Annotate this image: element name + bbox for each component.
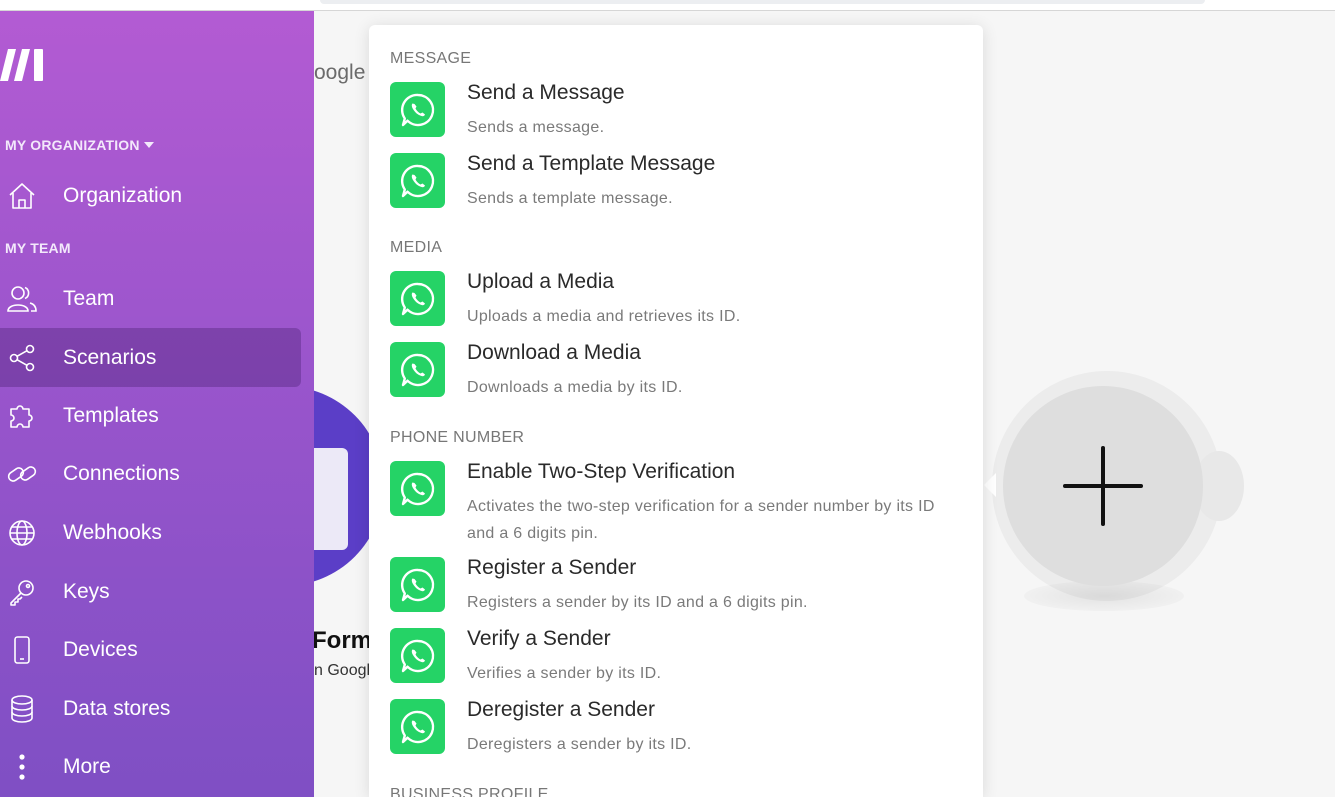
action-description: Sends a message. xyxy=(467,119,605,136)
organization-switcher[interactable]: MY ORGANIZATION xyxy=(5,137,154,153)
action-description: Deregisters a sender by its ID. xyxy=(467,736,692,753)
sidebar-item-templates[interactable]: Templates xyxy=(0,386,301,445)
sidebar-item-devices[interactable]: Devices xyxy=(0,620,301,679)
action-description: Uploads a media and retrieves its ID. xyxy=(467,308,741,325)
sidebar: MY ORGANIZATION Organization MY TEAM Tea… xyxy=(0,11,314,797)
database-icon xyxy=(2,693,42,725)
group-title-media: MEDIA xyxy=(390,239,443,256)
group-title-message: MESSAGE xyxy=(390,50,472,67)
action-name: Enable Two-Step Verification xyxy=(467,460,736,483)
more-vertical-icon xyxy=(2,751,42,783)
sidebar-item-label: Webhooks xyxy=(63,520,162,544)
action-description: Downloads a media by its ID. xyxy=(467,379,683,396)
whatsapp-icon xyxy=(390,461,445,516)
sidebar-item-label: Templates xyxy=(63,403,159,427)
action-description: Sends a template message. xyxy=(467,190,673,207)
sidebar-item-label: Keys xyxy=(63,579,110,603)
sidebar-item-label: Team xyxy=(63,286,115,310)
home-icon xyxy=(2,180,42,212)
action-name: Download a Media xyxy=(467,341,641,364)
plus-icon xyxy=(1063,446,1143,526)
action-send-message[interactable]: Send a Message Sends a message. xyxy=(390,81,970,142)
action-description: Verifies a sender by its ID. xyxy=(467,665,662,682)
phone-icon xyxy=(2,634,42,666)
sidebar-item-label: Data stores xyxy=(63,696,171,720)
action-description: Registers a sender by its ID and a 6 dig… xyxy=(467,594,808,611)
whatsapp-icon xyxy=(390,82,445,137)
org-section-label: MY ORGANIZATION xyxy=(5,137,140,153)
key-icon xyxy=(2,576,42,608)
module-actions-panel[interactable]: MESSAGE Send a Message Sends a message. … xyxy=(369,25,983,797)
action-verify-sender[interactable]: Verify a Sender Verifies a sender by its… xyxy=(390,627,970,688)
action-upload-media[interactable]: Upload a Media Uploads a media and retri… xyxy=(390,270,970,331)
whatsapp-icon xyxy=(390,628,445,683)
module-title: Form xyxy=(314,627,372,654)
google-forms-icon xyxy=(314,448,348,550)
sidebar-item-more[interactable]: More xyxy=(0,737,301,796)
address-bar[interactable] xyxy=(320,0,1205,4)
link-icon xyxy=(2,458,42,490)
sidebar-item-data-stores[interactable]: Data stores xyxy=(0,679,301,738)
whatsapp-icon xyxy=(390,699,445,754)
group-title-business-profile: BUSINESS PROFILE xyxy=(390,786,549,797)
sidebar-item-scenarios[interactable]: Scenarios xyxy=(0,328,301,387)
make-logo-icon xyxy=(0,49,43,81)
whatsapp-icon xyxy=(390,557,445,612)
action-name: Send a Template Message xyxy=(467,152,716,175)
team-section-text: MY TEAM xyxy=(5,240,71,256)
whatsapp-icon xyxy=(390,153,445,208)
action-send-template-message[interactable]: Send a Template Message Sends a template… xyxy=(390,152,970,213)
whatsapp-icon xyxy=(390,271,445,326)
action-description: Activates the two-step verification for … xyxy=(467,498,935,542)
action-deregister-sender[interactable]: Deregister a Sender Deregisters a sender… xyxy=(390,698,970,759)
action-name: Upload a Media xyxy=(467,270,615,293)
sidebar-item-team[interactable]: Team xyxy=(0,269,301,328)
sidebar-item-organization[interactable]: Organization xyxy=(0,166,301,225)
whatsapp-icon xyxy=(390,342,445,397)
group-title-phone-number: PHONE NUMBER xyxy=(390,429,525,446)
module-header-text: oogle xyxy=(314,61,366,84)
globe-icon xyxy=(2,517,42,549)
popover-arrow xyxy=(984,473,996,497)
action-name: Send a Message xyxy=(467,81,625,104)
sidebar-item-label: More xyxy=(63,754,111,778)
action-name: Register a Sender xyxy=(467,556,637,579)
add-module-button[interactable] xyxy=(1003,386,1203,586)
users-icon xyxy=(2,283,42,315)
caret-down-icon xyxy=(143,142,154,148)
team-section-label: MY TEAM xyxy=(5,240,71,256)
module-subtitle: n Googl xyxy=(314,662,371,679)
action-name: Deregister a Sender xyxy=(467,698,655,721)
sidebar-item-label: Devices xyxy=(63,637,138,661)
sidebar-item-keys[interactable]: Keys xyxy=(0,562,301,621)
puzzle-icon xyxy=(2,400,42,432)
sidebar-item-webhooks[interactable]: Webhooks xyxy=(0,503,301,562)
sidebar-item-connections[interactable]: Connections xyxy=(0,444,301,503)
share-icon xyxy=(2,342,42,374)
action-download-media[interactable]: Download a Media Downloads a media by it… xyxy=(390,341,970,402)
action-enable-two-step-verification[interactable]: Enable Two-Step Verification Activates t… xyxy=(390,460,970,549)
sidebar-item-label: Connections xyxy=(63,461,180,485)
sidebar-item-label: Organization xyxy=(63,183,183,207)
action-register-sender[interactable]: Register a Sender Registers a sender by … xyxy=(390,556,970,617)
sidebar-item-label: Scenarios xyxy=(63,345,157,369)
browser-top-bar xyxy=(0,0,1335,11)
action-name: Verify a Sender xyxy=(467,627,611,650)
